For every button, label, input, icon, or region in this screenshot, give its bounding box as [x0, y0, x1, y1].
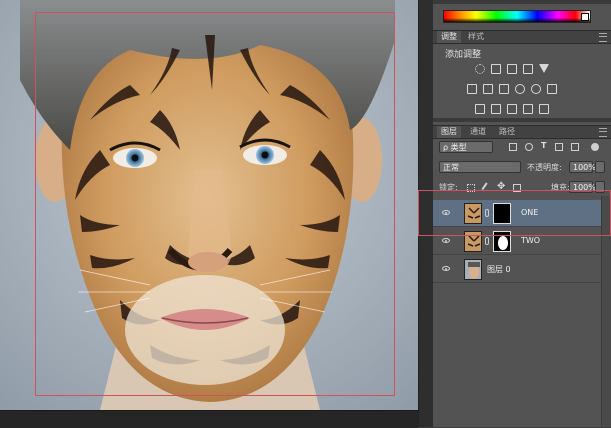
levels-icon[interactable]	[491, 64, 501, 74]
opacity-chevron-icon[interactable]	[595, 161, 605, 173]
right-panel-dock: 调整 样式 添加调整 图层 通道 路径 ρ 类型 T 正常 不透明度: 100%…	[433, 0, 611, 427]
mask-link-icon[interactable]	[485, 209, 489, 217]
tab-paths[interactable]: 路径	[495, 126, 519, 138]
filter-adjustment-icon[interactable]	[525, 143, 533, 151]
panel-grip[interactable]	[433, 0, 611, 4]
filter-toggle-icon[interactable]	[591, 143, 599, 151]
selective-color-icon[interactable]	[523, 104, 533, 114]
lock-position-icon[interactable]: ✥	[497, 181, 505, 192]
black-white-icon[interactable]	[499, 84, 509, 94]
filter-type-icon[interactable]: T	[541, 141, 546, 150]
color-spectrum[interactable]	[443, 10, 591, 23]
tab-adjustments[interactable]: 调整	[437, 31, 461, 43]
layer-name[interactable]: TWO	[521, 236, 540, 245]
layer-thumbnail[interactable]	[464, 259, 482, 280]
layer-name[interactable]: ONE	[521, 208, 538, 217]
tiger-face-artwork	[0, 0, 418, 410]
fill-input[interactable]: 100%	[569, 181, 596, 193]
layers-scrollbar[interactable]	[601, 196, 611, 427]
hue-saturation-icon[interactable]	[467, 84, 477, 94]
layer-row-zero[interactable]: 图层 0	[433, 256, 601, 283]
exposure-icon[interactable]	[523, 64, 533, 74]
posterize-icon[interactable]	[491, 104, 501, 114]
document-canvas[interactable]	[0, 0, 418, 410]
layer-mask-thumbnail[interactable]	[493, 203, 511, 224]
layer-mask-thumbnail[interactable]	[493, 231, 511, 252]
color-balance-icon[interactable]	[483, 84, 493, 94]
layers-tabbar: 图层 通道 路径	[433, 125, 611, 139]
invert-icon[interactable]	[475, 104, 485, 114]
layers-panel-menu-icon[interactable]	[599, 128, 607, 137]
vibrance-icon[interactable]	[539, 64, 549, 73]
adjustments-panel-menu-icon[interactable]	[599, 33, 607, 42]
layer-thumbnail[interactable]	[464, 203, 482, 224]
layer-filter-kind-select[interactable]: ρ 类型	[439, 141, 493, 153]
lock-paint-icon[interactable]	[481, 182, 493, 194]
filter-smart-object-icon[interactable]	[571, 143, 579, 151]
mask-link-icon[interactable]	[485, 237, 489, 245]
canvas-vertical-scrollbar[interactable]	[418, 0, 433, 427]
layer-row-two[interactable]: TWO	[433, 228, 601, 255]
fill-chevron-icon[interactable]	[595, 181, 605, 193]
lock-transparent-icon[interactable]	[467, 184, 475, 192]
adjustments-tabbar: 调整 样式	[433, 30, 611, 44]
curves-icon[interactable]	[507, 64, 517, 74]
threshold-icon[interactable]	[507, 104, 517, 114]
canvas-status-bar	[0, 410, 418, 428]
white-swatch[interactable]	[581, 13, 589, 21]
filter-shape-icon[interactable]	[555, 143, 563, 151]
blend-mode-select[interactable]: 正常	[439, 161, 521, 173]
visibility-eye-icon[interactable]	[442, 266, 450, 271]
brightness-icon[interactable]	[475, 64, 485, 74]
opacity-label: 不透明度:	[527, 163, 562, 172]
tab-styles[interactable]: 样式	[464, 31, 488, 43]
channel-mixer-icon[interactable]	[531, 84, 541, 94]
fill-label: 填充:	[551, 183, 570, 192]
lock-all-icon[interactable]	[513, 184, 521, 192]
layer-row-one[interactable]: ONE	[433, 200, 601, 227]
add-adjustment-title: 添加调整	[445, 50, 482, 60]
visibility-eye-icon[interactable]	[442, 210, 450, 215]
tab-channels[interactable]: 通道	[466, 126, 490, 138]
tab-layers[interactable]: 图层	[437, 126, 461, 138]
opacity-input[interactable]: 100%	[569, 161, 596, 173]
visibility-eye-icon[interactable]	[442, 238, 450, 243]
filter-pixel-icon[interactable]	[509, 143, 517, 151]
photo-filter-icon[interactable]	[515, 84, 525, 94]
color-lookup-icon[interactable]	[547, 84, 557, 94]
gradient-map-icon[interactable]	[539, 104, 549, 114]
layer-thumbnail[interactable]	[464, 231, 482, 252]
panel-divider	[433, 118, 611, 122]
layer-name[interactable]: 图层 0	[487, 264, 511, 275]
lock-label: 锁定:	[439, 183, 458, 192]
